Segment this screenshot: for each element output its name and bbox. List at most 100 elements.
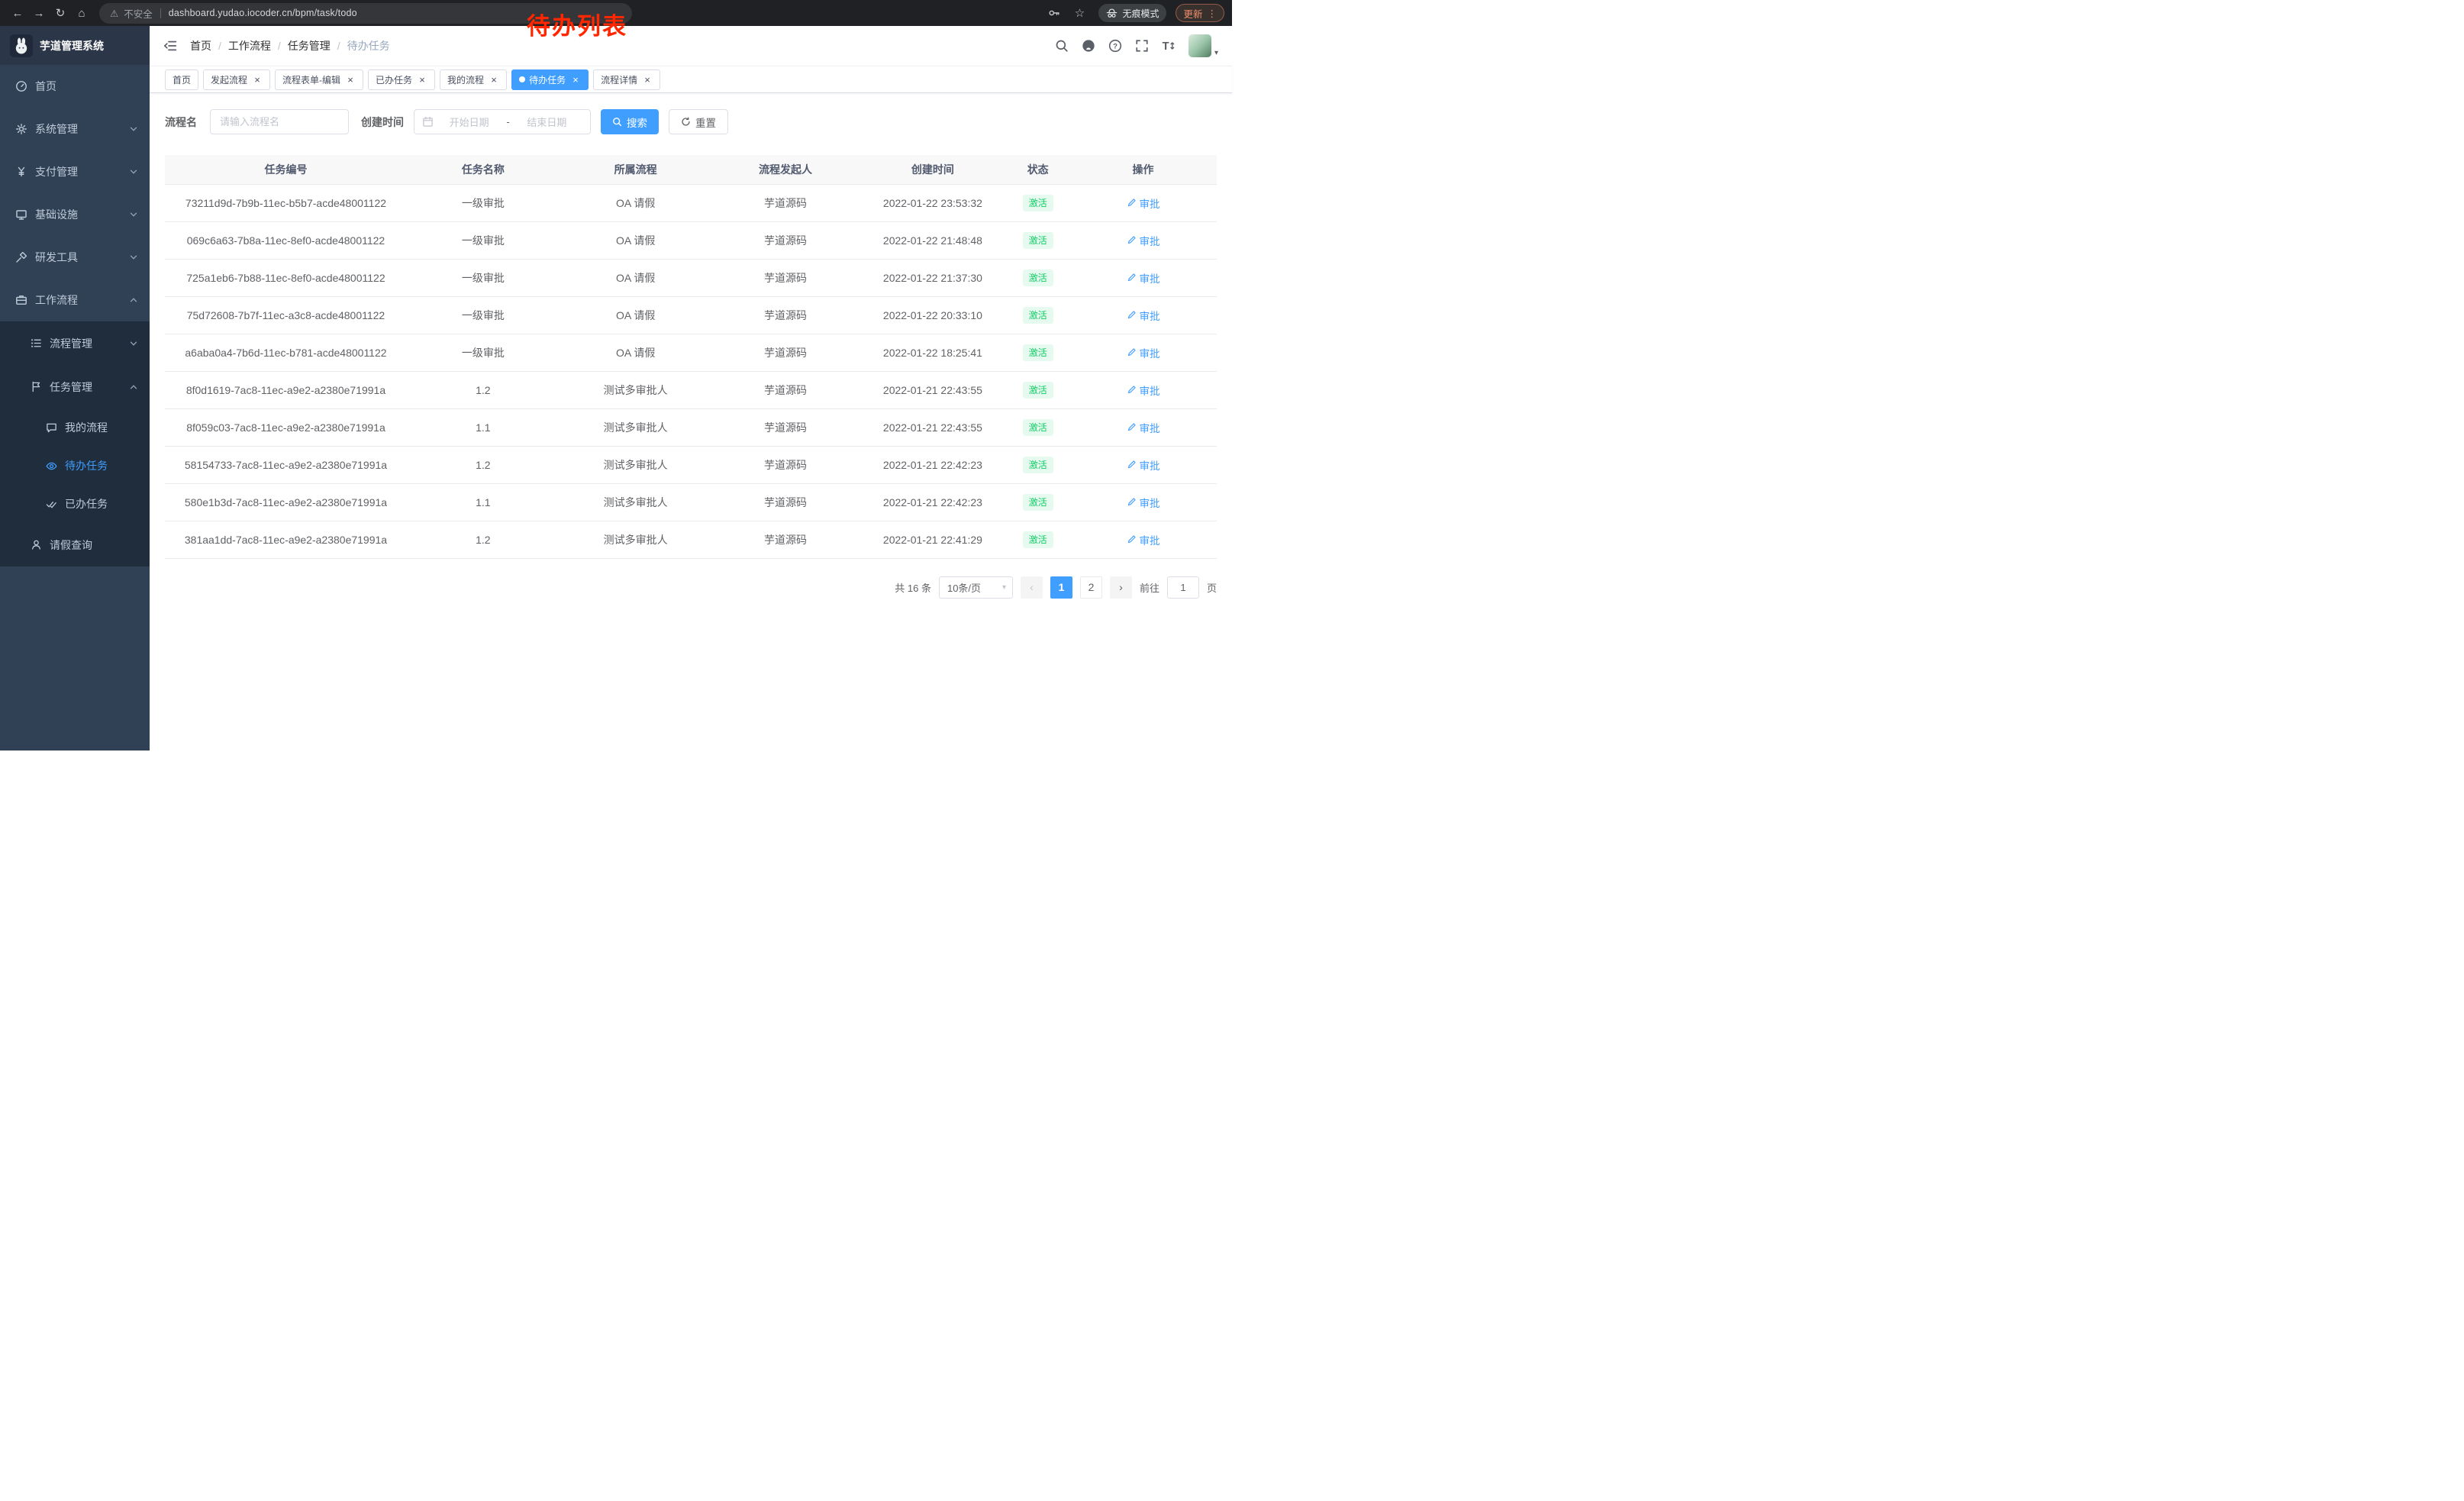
tab-todo-tasks[interactable]: 待办任务 × bbox=[511, 69, 589, 90]
sidebar-item-my-processes[interactable]: 我的流程 bbox=[0, 408, 150, 447]
cell-process: 测试多审批人 bbox=[560, 521, 712, 558]
close-icon[interactable]: × bbox=[642, 74, 653, 85]
address-bar[interactable]: ⚠ 不安全 dashboard.yudao.iocoder.cn/bpm/tas… bbox=[99, 3, 632, 24]
github-icon[interactable] bbox=[1082, 39, 1095, 53]
approve-link[interactable]: 审批 bbox=[1127, 308, 1160, 323]
sidebar-item-task-management[interactable]: 任务管理 bbox=[0, 365, 150, 408]
font-size-icon[interactable]: T bbox=[1162, 39, 1176, 53]
fullscreen-icon[interactable] bbox=[1135, 39, 1149, 53]
home-icon[interactable]: ⌂ bbox=[72, 3, 92, 23]
address-divider bbox=[160, 8, 161, 18]
sidebar-item-workflow[interactable]: 工作流程 bbox=[0, 279, 150, 321]
sidebar-item-dev-tools[interactable]: 研发工具 bbox=[0, 236, 150, 279]
approve-link[interactable]: 审批 bbox=[1127, 457, 1160, 473]
bookmark-star-icon[interactable]: ☆ bbox=[1069, 3, 1089, 23]
page-1-button[interactable]: 1 bbox=[1050, 576, 1072, 599]
key-icon[interactable] bbox=[1048, 7, 1060, 19]
approve-link[interactable]: 审批 bbox=[1127, 532, 1160, 547]
close-icon[interactable]: × bbox=[345, 74, 356, 85]
svg-text:?: ? bbox=[1113, 42, 1118, 50]
tab-my-processes[interactable]: 我的流程× bbox=[440, 69, 507, 90]
process-name-input[interactable] bbox=[210, 109, 349, 134]
reload-icon[interactable]: ↻ bbox=[50, 3, 70, 23]
status-badge: 激活 bbox=[1023, 457, 1053, 473]
page-size-select[interactable]: 10条/页 ▾ bbox=[939, 576, 1013, 599]
approve-link[interactable]: 审批 bbox=[1127, 495, 1160, 510]
approve-link[interactable]: 审批 bbox=[1127, 383, 1160, 398]
cell-starter: 芋道源码 bbox=[712, 371, 859, 408]
prev-page-button[interactable]: ‹ bbox=[1021, 576, 1043, 599]
cell-starter: 芋道源码 bbox=[712, 184, 859, 221]
cell-task-name: 一级审批 bbox=[407, 184, 560, 221]
sidebar-item-process-management[interactable]: 流程管理 bbox=[0, 321, 150, 365]
breadcrumb-workflow[interactable]: 工作流程 bbox=[228, 38, 271, 53]
approve-link-label: 审批 bbox=[1140, 495, 1160, 510]
approve-link-label: 审批 bbox=[1140, 420, 1160, 435]
calendar-icon bbox=[422, 116, 434, 128]
tab-start-process[interactable]: 发起流程× bbox=[203, 69, 270, 90]
tab-label: 待办任务 bbox=[529, 73, 566, 86]
collapse-sidebar-icon[interactable] bbox=[163, 39, 177, 53]
cell-create-time: 2022-01-21 22:42:23 bbox=[859, 483, 1006, 521]
search-icon[interactable] bbox=[1055, 39, 1069, 53]
sidebar-item-infrastructure[interactable]: 基础设施 bbox=[0, 193, 150, 236]
sidebar-item-todo-tasks[interactable]: 待办任务 bbox=[0, 447, 150, 485]
approve-link[interactable]: 审批 bbox=[1127, 195, 1160, 211]
breadcrumb-task-management[interactable]: 任务管理 bbox=[288, 38, 331, 53]
cell-status: 激活 bbox=[1006, 483, 1069, 521]
back-icon[interactable]: ← bbox=[8, 3, 27, 23]
cell-task-id: a6aba0a4-7b6d-11ec-b781-acde48001122 bbox=[165, 334, 407, 371]
cell-create-time: 2022-01-21 22:43:55 bbox=[859, 371, 1006, 408]
goto-page-input[interactable] bbox=[1167, 576, 1199, 599]
cell-task-id: 73211d9d-7b9b-11ec-b5b7-acde48001122 bbox=[165, 184, 407, 221]
cell-task-name: 1.1 bbox=[407, 408, 560, 446]
reset-button[interactable]: 重置 bbox=[669, 109, 728, 134]
sidebar-item-label: 研发工具 bbox=[35, 250, 78, 265]
double-check-icon bbox=[46, 499, 57, 510]
user-avatar[interactable]: ▾ bbox=[1188, 34, 1218, 57]
menu-dots-icon[interactable]: ⋮ bbox=[1208, 8, 1217, 19]
edit-pencil-icon bbox=[1127, 198, 1137, 208]
cell-actions: 审批 bbox=[1069, 296, 1217, 334]
topbar-actions: ? T ▾ bbox=[1055, 34, 1218, 57]
page-2-button[interactable]: 2 bbox=[1080, 576, 1102, 599]
approve-link[interactable]: 审批 bbox=[1127, 420, 1160, 435]
sidebar-item-payment[interactable]: 支付管理 bbox=[0, 150, 150, 193]
tool-icon bbox=[15, 251, 27, 263]
forward-icon[interactable]: → bbox=[29, 3, 49, 23]
next-page-button[interactable]: › bbox=[1110, 576, 1132, 599]
close-icon[interactable]: × bbox=[570, 74, 581, 85]
search-button[interactable]: 搜索 bbox=[601, 109, 659, 134]
tab-done-tasks[interactable]: 已办任务× bbox=[368, 69, 435, 90]
update-button[interactable]: 更新 ⋮ bbox=[1176, 4, 1224, 22]
tab-process-detail[interactable]: 流程详情× bbox=[593, 69, 660, 90]
close-icon[interactable]: × bbox=[252, 74, 263, 85]
cell-starter: 芋道源码 bbox=[712, 296, 859, 334]
table-row: 381aa1dd-7ac8-11ec-a9e2-a2380e71991a 1.2… bbox=[165, 521, 1217, 558]
cell-process: 测试多审批人 bbox=[560, 446, 712, 483]
total-count: 共 16 条 bbox=[895, 580, 931, 595]
sidebar-item-done-tasks[interactable]: 已办任务 bbox=[0, 485, 150, 523]
sidebar-item-leave-query[interactable]: 请假查询 bbox=[0, 523, 150, 567]
help-icon[interactable]: ? bbox=[1108, 39, 1122, 53]
tab-home[interactable]: 首页 bbox=[165, 69, 198, 90]
column-header-create-time: 创建时间 bbox=[859, 155, 1006, 184]
close-icon[interactable]: × bbox=[417, 74, 427, 85]
app-title: 芋道管理系统 bbox=[40, 38, 104, 53]
sidebar-item-label: 流程管理 bbox=[50, 336, 92, 351]
app-logo[interactable]: 芋道管理系统 bbox=[0, 26, 150, 65]
approve-link[interactable]: 审批 bbox=[1127, 233, 1160, 248]
breadcrumb-home[interactable]: 首页 bbox=[190, 38, 211, 53]
date-range-picker[interactable]: 开始日期 - 结束日期 bbox=[414, 109, 591, 134]
approve-link[interactable]: 审批 bbox=[1127, 270, 1160, 286]
sidebar-item-system[interactable]: 系统管理 bbox=[0, 108, 150, 150]
table-row: 8f059c03-7ac8-11ec-a9e2-a2380e71991a 1.1… bbox=[165, 408, 1217, 446]
tab-process-form-edit[interactable]: 流程表单-编辑× bbox=[275, 69, 363, 90]
tab-label: 首页 bbox=[173, 73, 191, 86]
close-icon[interactable]: × bbox=[489, 74, 499, 85]
approve-link[interactable]: 审批 bbox=[1127, 345, 1160, 360]
edit-pencil-icon bbox=[1127, 385, 1137, 395]
sidebar-item-home[interactable]: 首页 bbox=[0, 65, 150, 108]
cell-task-id: 381aa1dd-7ac8-11ec-a9e2-a2380e71991a bbox=[165, 521, 407, 558]
sidebar: 芋道管理系统 首页 系统管理 支付管理 基础设施 bbox=[0, 26, 150, 750]
